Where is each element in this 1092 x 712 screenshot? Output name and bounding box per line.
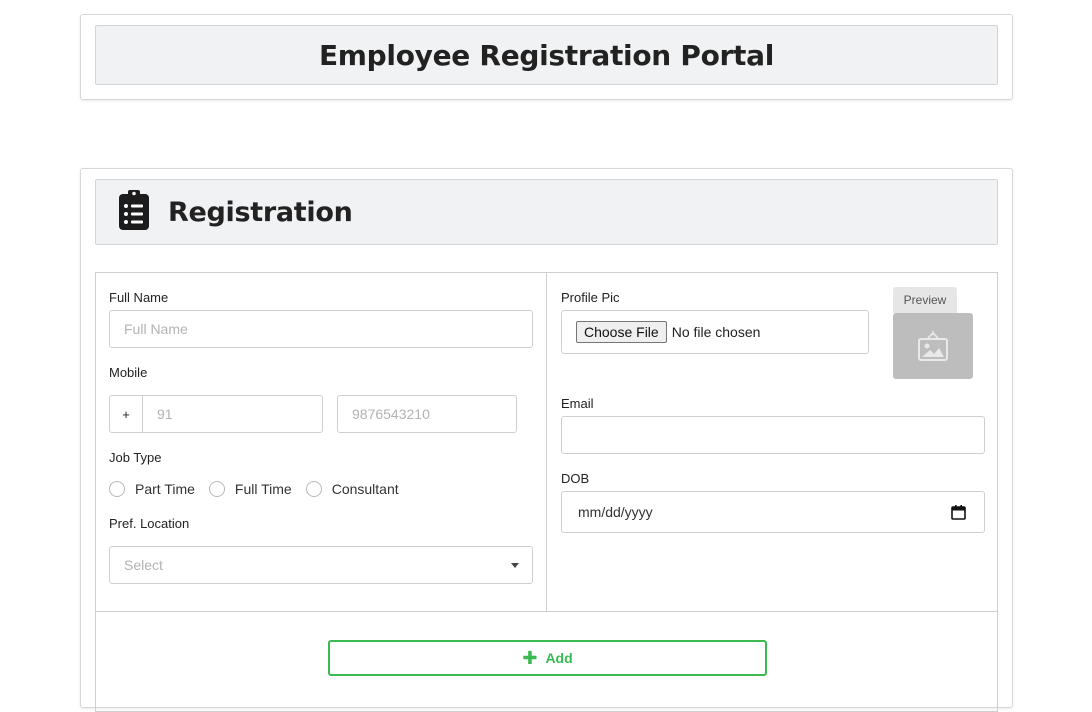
registration-title: Registration — [168, 196, 353, 228]
dob-input[interactable]: mm/dd/yyyy — [561, 491, 985, 533]
clipboard-list-icon — [118, 189, 150, 236]
pref-location-select[interactable]: Select — [109, 546, 533, 584]
radio-circle[interactable] — [305, 481, 322, 497]
job-type-group: Part Time Full Time Consultant — [109, 481, 413, 497]
registration-title-bar: Registration — [95, 179, 998, 245]
header-card: Employee Registration Portal — [80, 14, 1013, 100]
pref-location-label: Pref. Location — [109, 516, 190, 531]
choose-file-button[interactable]: Choose File — [576, 321, 667, 343]
radio-circle[interactable] — [208, 481, 225, 497]
country-code-prefix: + — [110, 396, 143, 432]
radio-label: Consultant — [331, 481, 399, 497]
page-title: Employee Registration Portal — [318, 38, 775, 72]
image-placeholder-icon — [893, 313, 973, 379]
email-label: Email — [561, 396, 594, 411]
mobile-label: Mobile — [109, 365, 148, 380]
preview-label: Preview — [893, 287, 957, 313]
full-name-label: Full Name — [109, 290, 169, 305]
mobile-number-input[interactable]: 9876543210 — [337, 395, 517, 433]
country-code-input[interactable]: + 91 — [109, 395, 323, 433]
plus-icon: ✚ — [522, 648, 538, 668]
full-name-input[interactable]: Full Name — [109, 310, 533, 348]
radio-consultant[interactable]: Consultant — [305, 481, 399, 497]
file-status: No file chosen — [671, 324, 761, 340]
header-title-bar: Employee Registration Portal — [95, 25, 998, 85]
dob-placeholder: mm/dd/yyyy — [578, 504, 653, 520]
radio-full-time[interactable]: Full Time — [208, 481, 292, 497]
caret-down-icon — [511, 563, 519, 568]
country-code-value: 91 — [157, 406, 173, 422]
job-type-label: Job Type — [109, 450, 162, 465]
form-divider — [96, 611, 997, 612]
form-left-column: Full Name Full Name Mobile + 91 98765432… — [96, 273, 547, 611]
calendar-icon[interactable] — [951, 505, 966, 523]
dob-label: DOB — [561, 471, 590, 486]
add-button-label: Add — [545, 650, 573, 666]
radio-label: Part Time — [135, 481, 195, 497]
add-button[interactable]: ✚ Add — [328, 640, 767, 676]
form-right-column: Profile Pic Choose File No file chosen P… — [547, 273, 997, 611]
registration-card: Registration Full Name Full Name Mobile … — [80, 168, 1013, 712]
profile-pic-label: Profile Pic — [561, 290, 620, 305]
radio-label: Full Time — [234, 481, 292, 497]
registration-form: Full Name Full Name Mobile + 91 98765432… — [95, 272, 998, 712]
pref-location-value: Select — [124, 557, 163, 573]
profile-pic-input[interactable]: Choose File No file chosen — [561, 310, 869, 354]
radio-part-time[interactable]: Part Time — [109, 481, 195, 497]
email-input[interactable] — [561, 416, 985, 454]
radio-circle[interactable] — [109, 481, 125, 497]
